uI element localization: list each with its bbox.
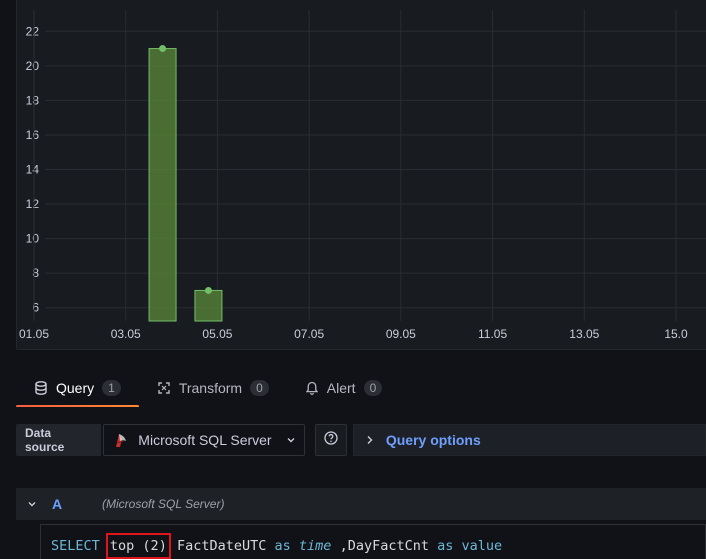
sql-column-time: FactDateUTC xyxy=(176,538,267,554)
x-tick-label: 03.05 xyxy=(111,327,141,341)
sql-keyword-select: SELECT xyxy=(51,538,100,554)
y-tick-label: 12 xyxy=(26,197,40,211)
mssql-logo-icon xyxy=(112,431,130,449)
query-options-label: Query options xyxy=(385,432,481,448)
y-tick-label: 14 xyxy=(26,163,40,177)
question-circle-icon xyxy=(324,430,338,450)
tab-transform[interactable]: Transform 0 xyxy=(139,370,287,406)
y-tick-label: 8 xyxy=(32,266,39,280)
sql-alias-value: value xyxy=(461,538,503,554)
query-options-toggle[interactable]: Query options xyxy=(352,424,706,456)
sql-alias-time: time xyxy=(298,538,332,554)
sql-keyword-as: as xyxy=(274,538,291,554)
chevron-down-icon xyxy=(286,432,296,448)
query-ref-id[interactable]: A xyxy=(48,496,102,512)
chevron-down-icon[interactable] xyxy=(16,499,48,509)
datasource-picker[interactable]: Microsoft SQL Server xyxy=(103,424,306,456)
x-tick-label: 05.05 xyxy=(202,327,232,341)
time-series-chart: 6 8 10 12 14 16 18 20 22 01.05 03.05 05.05 07.05 09.0… xyxy=(19,10,706,341)
y-tick-label: 20 xyxy=(26,59,40,73)
x-tick-label: 15.0 xyxy=(664,327,688,341)
y-tick-label: 18 xyxy=(26,93,40,107)
y-tick-label: 22 xyxy=(26,24,40,38)
graph-panel: 6 8 10 12 14 16 18 20 22 01.05 03.05 05.05 07.05 09.0… xyxy=(16,0,706,350)
tab-alert-count: 0 xyxy=(363,380,383,396)
query-row-header[interactable]: A (Microsoft SQL Server) xyxy=(16,488,706,520)
chart-point xyxy=(204,286,212,294)
datasource-label: Data source xyxy=(16,424,102,456)
tab-alert[interactable]: Alert 0 xyxy=(287,370,400,406)
sql-column-value: ,DayFactCnt xyxy=(339,538,429,554)
sql-line[interactable]: SELECT top (2) FactDateUTC as time ,DayF… xyxy=(51,533,503,559)
query-datasource-note: (Microsoft SQL Server) xyxy=(102,497,225,511)
x-tick-label: 01.05 xyxy=(19,327,49,341)
y-tick-label: 10 xyxy=(26,232,40,246)
datasource-name: Microsoft SQL Server xyxy=(138,432,272,448)
tab-query-count: 1 xyxy=(102,380,121,396)
y-tick-label: 16 xyxy=(26,128,40,142)
tab-query-label: Query xyxy=(56,380,95,396)
sql-highlighted-top: top (2) xyxy=(105,533,171,559)
tab-query[interactable]: Query 1 xyxy=(16,370,139,408)
chart-bar xyxy=(194,289,223,322)
datasource-help-button[interactable] xyxy=(315,424,347,456)
bell-icon xyxy=(305,381,319,395)
editor-tabs: Query 1 Transform 0 Alert 0 xyxy=(16,370,706,408)
chevron-right-icon xyxy=(366,432,374,448)
query-toolbar: Data source Microsoft SQL Server Query o… xyxy=(16,424,706,456)
chart-bar xyxy=(148,48,177,322)
database-icon xyxy=(34,381,48,395)
x-tick-label: 13.05 xyxy=(569,327,599,341)
chart-point xyxy=(159,45,167,53)
sql-code-editor[interactable]: SELECT top (2) FactDateUTC as time ,DayF… xyxy=(40,524,706,559)
x-tick-label: 09.05 xyxy=(386,327,416,341)
y-tick-label: 6 xyxy=(32,301,39,315)
tab-alert-label: Alert xyxy=(326,380,356,396)
sql-keyword-as: as xyxy=(437,538,454,554)
tab-transform-count: 0 xyxy=(250,380,269,396)
transform-icon xyxy=(157,381,171,395)
tab-transform-label: Transform xyxy=(178,380,243,396)
x-tick-label: 11.05 xyxy=(478,327,507,341)
x-tick-label: 07.05 xyxy=(294,327,324,341)
